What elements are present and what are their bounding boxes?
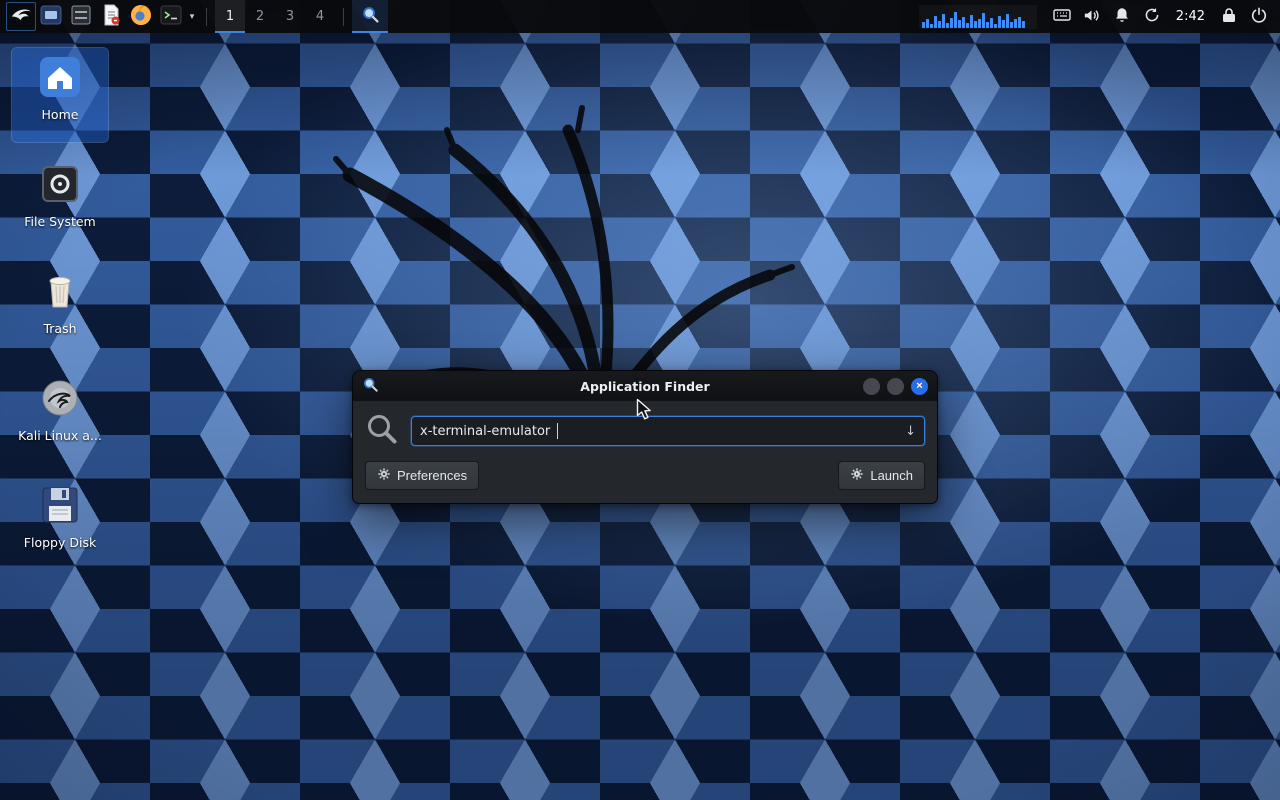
files-app-icon — [39, 3, 63, 30]
files-app-launcher[interactable] — [36, 2, 66, 31]
desktop-icon-column: Home File System Trash Kali Linux a... F… — [12, 48, 108, 570]
preferences-button[interactable]: Preferences — [365, 461, 479, 490]
keyboard-icon — [1052, 5, 1072, 28]
floppy-icon — [37, 482, 83, 528]
desktop-icon-label: Home — [42, 107, 79, 122]
window-body: x-terminal-emulator ↓ Preferences Launch — [353, 401, 937, 503]
maximize-button[interactable] — [887, 378, 904, 395]
workspace-switcher: 1 2 3 4 — [215, 0, 335, 33]
preferences-label: Preferences — [397, 468, 467, 483]
application-finder-icon — [361, 5, 380, 27]
search-entry[interactable]: x-terminal-emulator ↓ — [411, 416, 925, 446]
desktop-icon-kali-linux[interactable]: Kali Linux a... — [12, 369, 108, 463]
taskbar-application-finder[interactable] — [352, 0, 388, 33]
top-panel: ▾ 1 2 3 4 — [0, 0, 1280, 33]
desktop-icon-label: File System — [24, 214, 96, 229]
firefox-icon — [129, 3, 153, 30]
keyboard-indicator[interactable] — [1047, 2, 1077, 31]
desktop-icon-label: Kali Linux a... — [18, 428, 102, 443]
search-magnifier-icon — [365, 412, 399, 450]
file-manager-launcher[interactable] — [66, 2, 96, 31]
system-monitor-graph[interactable] — [919, 5, 1037, 29]
close-button[interactable]: × — [911, 378, 928, 395]
dropdown-arrow-icon[interactable]: ↓ — [905, 424, 916, 439]
desktop-icon-label: Trash — [43, 321, 76, 336]
update-icon — [1143, 6, 1161, 27]
minimize-button[interactable] — [863, 378, 880, 395]
drive-icon — [37, 161, 83, 207]
kali-logo-icon — [10, 4, 33, 30]
terminal-launcher[interactable] — [156, 2, 186, 31]
volume-icon — [1082, 6, 1101, 28]
titlebar[interactable]: Application Finder × — [353, 371, 937, 401]
text-editor-launcher[interactable] — [96, 2, 126, 31]
lock-screen-button[interactable] — [1214, 2, 1244, 31]
desktop-icon-label: Floppy Disk — [24, 535, 96, 550]
panel-right-cluster: 2:42 — [919, 0, 1274, 33]
logout-button[interactable] — [1244, 2, 1274, 31]
volume-button[interactable] — [1077, 2, 1107, 31]
firefox-launcher[interactable] — [126, 2, 156, 31]
search-query-text: x-terminal-emulator — [420, 424, 550, 439]
workspace-1[interactable]: 1 — [215, 0, 245, 33]
panel-separator — [206, 8, 207, 26]
clock[interactable]: 2:42 — [1176, 9, 1205, 24]
launch-button[interactable]: Launch — [838, 461, 925, 490]
panel-left-cluster: ▾ 1 2 3 4 — [6, 0, 388, 33]
lock-icon — [1221, 6, 1237, 27]
window-magnifier-icon — [362, 376, 379, 397]
launch-label: Launch — [870, 468, 913, 483]
workspace-2[interactable]: 2 — [245, 0, 275, 33]
update-indicator[interactable] — [1137, 2, 1167, 31]
home-icon — [37, 54, 83, 100]
desktop-icon-floppy-disk[interactable]: Floppy Disk — [12, 476, 108, 570]
text-caret — [557, 423, 558, 439]
kali-menu-button[interactable] — [6, 2, 36, 31]
application-finder-window: Application Finder × x-terminal-emulator… — [352, 370, 938, 504]
terminal-icon — [159, 3, 183, 30]
desktop-icon-file-system[interactable]: File System — [12, 155, 108, 249]
file-manager-icon — [69, 3, 93, 30]
desktop-icon-trash[interactable]: Trash — [12, 262, 108, 356]
desktop-icon-home[interactable]: Home — [12, 48, 108, 142]
power-icon — [1250, 6, 1268, 27]
window-title: Application Finder — [353, 379, 937, 394]
panel-separator — [343, 8, 344, 26]
window-controls: × — [863, 378, 928, 395]
workspace-4[interactable]: 4 — [305, 0, 335, 33]
trash-icon — [37, 268, 83, 314]
text-editor-icon — [99, 3, 123, 30]
close-icon: × — [916, 381, 922, 392]
notifications-button[interactable] — [1107, 2, 1137, 31]
workspace-3[interactable]: 3 — [275, 0, 305, 33]
notifications-bell-icon — [1113, 6, 1131, 27]
launch-gear-icon — [850, 467, 864, 484]
kali-disc-icon — [37, 375, 83, 421]
gear-icon — [377, 467, 391, 484]
launcher-menu-chevron-icon[interactable]: ▾ — [186, 2, 198, 31]
